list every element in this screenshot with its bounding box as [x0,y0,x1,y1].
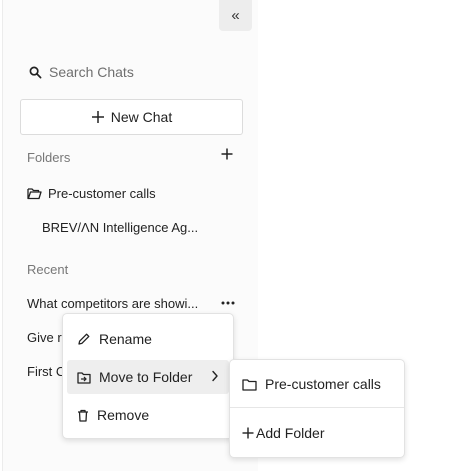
recent-heading: Recent [27,262,69,277]
add-folder-label: Add Folder [256,425,325,441]
chevron-right-icon [212,370,218,382]
folders-heading: Folders [27,150,71,165]
search-input[interactable]: Search Chats [49,64,134,80]
folder-open-icon [27,188,42,200]
folder-item-pre-customer-calls[interactable]: Pre-customer calls [27,186,156,201]
folder-name: Pre-customer calls [48,186,156,201]
pencil-icon [78,333,90,345]
folder-move-icon [77,371,91,384]
search-chats[interactable]: Search Chats [29,64,134,80]
trash-icon [78,409,88,422]
submenu-folder-name: Pre-customer calls [265,376,381,392]
move-to-folder-submenu: Pre-customer calls Add Folder [229,359,405,458]
list-item[interactable]: BREV/ΛN Intelligence Ag... [42,220,198,235]
search-icon [29,66,42,78]
plus-icon [91,111,104,123]
rename-label: Rename [99,331,152,347]
remove-menu-item[interactable]: Remove [67,398,229,432]
chat-context-menu: Rename Move to Folder Remove [62,313,234,439]
plus-icon [242,427,254,439]
submenu-divider [230,407,404,408]
more-options-icon[interactable] [220,296,236,310]
move-to-folder-label: Move to Folder [99,369,193,385]
add-folder-plus-icon[interactable] [221,148,233,160]
chat-title: BREV/ΛN Intelligence Ag... [42,220,199,235]
chat-title: Give r [27,330,62,345]
remove-label: Remove [97,407,150,423]
new-chat-button[interactable]: New Chat [20,99,243,135]
list-item[interactable]: First C [27,364,65,379]
rename-menu-item[interactable]: Rename [67,322,229,356]
new-chat-label: New Chat [110,109,173,125]
folder-icon [242,378,257,391]
add-folder-button[interactable]: Add Folder [230,423,404,443]
move-to-folder-menu-item[interactable]: Move to Folder [67,360,229,394]
submenu-folder-option[interactable]: Pre-customer calls [230,374,404,394]
list-item[interactable]: Give r [27,330,62,345]
list-item[interactable]: What competitors are showi... [27,296,198,311]
chat-title: First C [27,364,66,379]
chat-title: What competitors are showi... [27,296,199,311]
collapse-sidebar-button[interactable]: « [219,0,252,31]
double-chevron-left-icon: « [231,7,240,24]
